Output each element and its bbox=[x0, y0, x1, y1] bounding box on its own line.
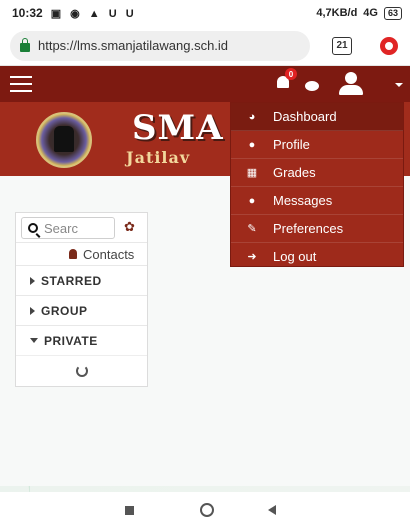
caret-right-icon bbox=[30, 306, 35, 315]
site-title: SMA bbox=[132, 108, 224, 148]
loading-row bbox=[16, 355, 147, 385]
person-icon bbox=[69, 249, 77, 259]
menu-item-label: Dashboard bbox=[273, 109, 337, 124]
chat-icon: ● bbox=[248, 194, 256, 207]
section-label: STARRED bbox=[41, 273, 102, 288]
contacts-link[interactable]: Contacts bbox=[16, 243, 147, 265]
section-starred[interactable]: STARRED bbox=[16, 265, 147, 295]
search-placeholder: Searc bbox=[44, 220, 78, 236]
chevron-down-icon[interactable] bbox=[395, 83, 403, 87]
school-logo bbox=[36, 112, 92, 168]
notifications-button[interactable]: 0 bbox=[277, 68, 297, 88]
browser-address-bar: https://lms.smanjatilawang.sch.id 21 bbox=[0, 26, 410, 66]
notification-icons: ▣ ◉ ▲ U U bbox=[50, 7, 137, 20]
battery-icon: 63 bbox=[383, 6, 402, 20]
logout-icon: ➜ bbox=[247, 251, 257, 263]
menu-item-profile[interactable]: ● Profile bbox=[231, 131, 403, 159]
site-navbar: 0 bbox=[0, 66, 410, 102]
url-field[interactable]: https://lms.smanjatilawang.sch.id bbox=[10, 30, 310, 61]
notification-badge: 0 bbox=[285, 68, 297, 80]
contacts-label: Contacts bbox=[83, 246, 135, 262]
recent-apps-icon[interactable] bbox=[125, 506, 134, 515]
user-avatar[interactable] bbox=[338, 72, 364, 96]
menu-item-label: Grades bbox=[273, 165, 316, 180]
signal-label: 4G bbox=[363, 7, 378, 19]
user-menu-dropdown: ◕ Dashboard ● Profile ▦ Grades ● Message… bbox=[230, 102, 404, 271]
home-icon[interactable] bbox=[200, 503, 214, 517]
section-private[interactable]: PRIVATE bbox=[16, 325, 147, 355]
table-icon: ▦ bbox=[246, 167, 258, 179]
dashboard-icon: ◕ bbox=[248, 110, 256, 123]
loading-spinner-icon bbox=[75, 364, 88, 377]
site-subtitle: Jatilav bbox=[126, 148, 191, 167]
menu-item-label: Preferences bbox=[273, 221, 344, 236]
messaging-drawer: Searc ✿ Contacts STARRED GROUP PRIVATE bbox=[15, 212, 148, 387]
clock: 10:32 bbox=[12, 6, 43, 20]
browser-menu-icon[interactable] bbox=[380, 36, 398, 55]
section-group[interactable]: GROUP bbox=[16, 295, 147, 325]
section-label: PRIVATE bbox=[44, 333, 98, 348]
menu-item-preferences[interactable]: ✎ Preferences bbox=[231, 215, 403, 243]
search-row: Searc ✿ bbox=[16, 213, 147, 243]
menu-item-label: Log out bbox=[273, 249, 317, 264]
section-label: GROUP bbox=[41, 303, 88, 318]
status-right: 4,7KB/d 4G 63 bbox=[316, 6, 402, 20]
network-speed: 4,7KB/d bbox=[316, 7, 358, 19]
user-icon: ● bbox=[248, 138, 256, 151]
caret-down-icon bbox=[30, 338, 38, 343]
hamburger-menu-icon[interactable] bbox=[10, 76, 32, 92]
back-icon[interactable] bbox=[268, 505, 276, 515]
url-text: https://lms.smanjatilawang.sch.id bbox=[38, 38, 229, 53]
tab-switcher-button[interactable]: 21 bbox=[332, 36, 352, 55]
search-icon bbox=[28, 223, 38, 233]
messages-icon[interactable] bbox=[305, 81, 319, 91]
gear-icon[interactable]: ✿ bbox=[124, 219, 135, 235]
wrench-icon: ✎ bbox=[247, 223, 257, 235]
menu-item-grades[interactable]: ▦ Grades bbox=[231, 159, 403, 187]
status-bar: 10:32 ▣ ◉ ▲ U U 4,7KB/d 4G 63 bbox=[0, 0, 410, 26]
menu-item-messages[interactable]: ● Messages bbox=[231, 187, 403, 215]
menu-item-dashboard[interactable]: ◕ Dashboard bbox=[231, 103, 403, 131]
caret-right-icon bbox=[30, 276, 35, 285]
menu-item-logout[interactable]: ➜ Log out bbox=[231, 243, 403, 271]
lock-icon bbox=[20, 38, 30, 52]
menu-item-label: Messages bbox=[273, 193, 333, 208]
system-navigation-bar bbox=[0, 492, 410, 529]
search-input[interactable]: Searc bbox=[21, 217, 115, 239]
menu-item-label: Profile bbox=[273, 137, 310, 152]
